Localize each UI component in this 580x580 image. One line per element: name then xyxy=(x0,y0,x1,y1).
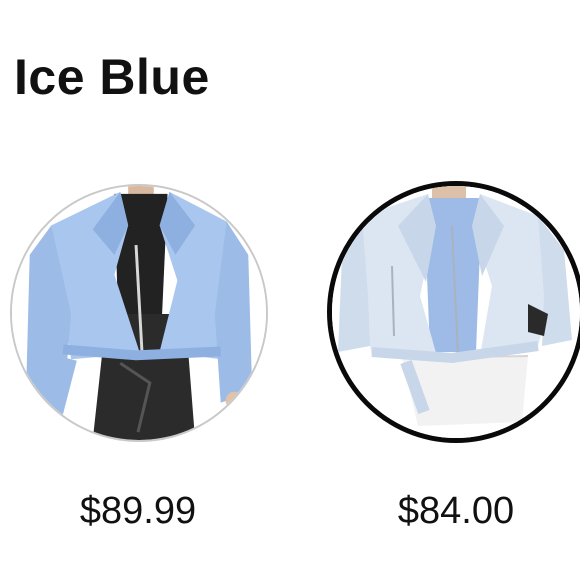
color-swatch-option-2-selected[interactable] xyxy=(327,181,580,443)
color-swatch-option-1[interactable] xyxy=(10,184,268,442)
ice-blue-moto-jacket-thumbnail-icon xyxy=(332,186,580,438)
blue-moto-jacket-thumbnail-icon xyxy=(12,186,266,440)
selected-color-name: Ice Blue xyxy=(14,49,210,105)
price-option-2: $84.00 xyxy=(397,490,515,532)
price-option-1: $89.99 xyxy=(79,490,197,532)
